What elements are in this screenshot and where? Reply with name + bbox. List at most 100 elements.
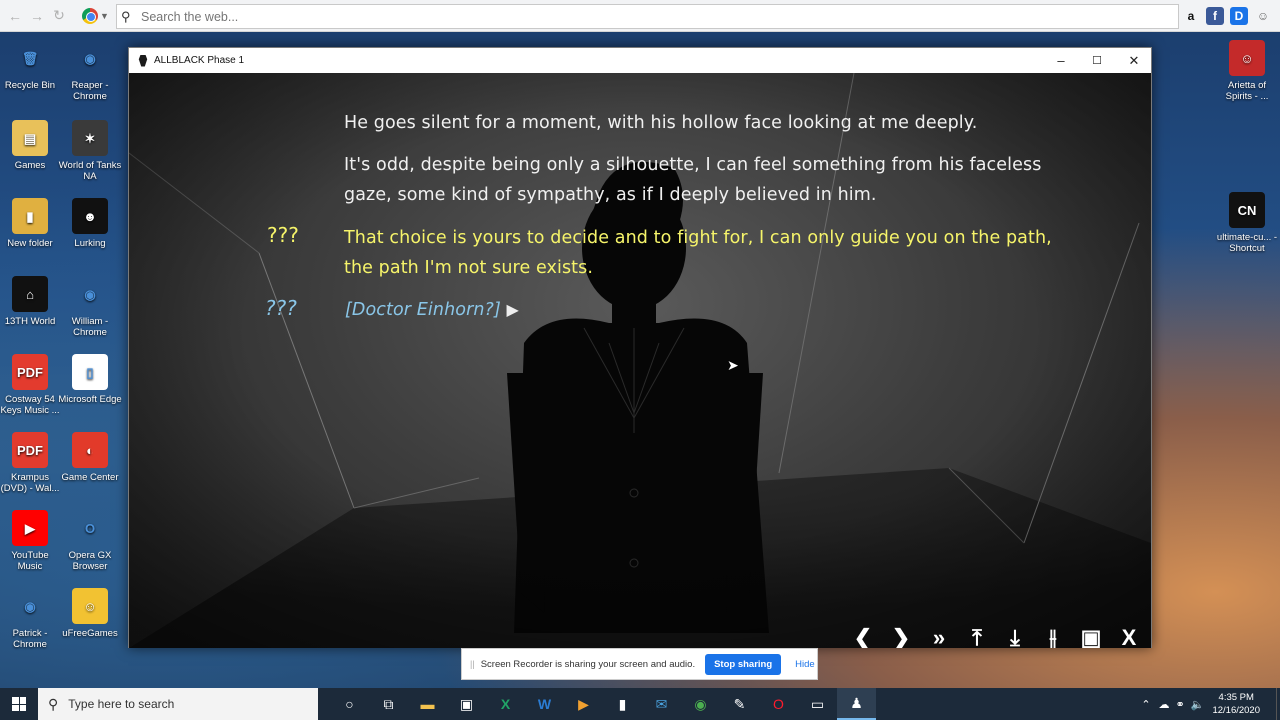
desktop-icon[interactable]: PDF Krampus (DVD) - Wal... bbox=[0, 432, 62, 494]
task-view-icon[interactable]: ⧉ bbox=[369, 688, 408, 720]
show-desktop-button[interactable] bbox=[1276, 688, 1280, 720]
desktop-icon-label: Patrick - Chrome bbox=[12, 628, 48, 650]
dialogue-text: [Doctor Einhorn?] bbox=[345, 300, 501, 320]
app-icon: ▶ bbox=[12, 510, 48, 546]
back-icon[interactable]: ← bbox=[6, 7, 24, 25]
web-search-input[interactable] bbox=[141, 9, 1041, 24]
app-icon: ▯ bbox=[72, 354, 108, 390]
desktop-icon[interactable]: ⌂ 13TH World bbox=[0, 276, 62, 327]
desktop-icon[interactable]: O Opera GX Browser bbox=[58, 510, 122, 573]
desktop-icon-label: Lurking bbox=[74, 238, 106, 249]
desktop-icon[interactable]: CN ultimate-cu... - Shortcut bbox=[1215, 192, 1279, 254]
back-icon[interactable]: ❮ bbox=[851, 626, 875, 649]
desktop-icon-label: Krampus (DVD) - Wal... bbox=[0, 472, 60, 494]
desktop-icon[interactable]: ✶ World of Tanks NA bbox=[58, 120, 122, 182]
desktop-icon[interactable]: PDF Costway 54 Keys Music ... bbox=[0, 354, 62, 416]
share-message: Screen Recorder is sharing your screen a… bbox=[480, 658, 696, 670]
desktop-icon-label: YouTube Music bbox=[11, 550, 49, 572]
desktop-icon-label: Arietta of Spirits - ... bbox=[1225, 80, 1269, 102]
desktop-icon[interactable]: ▯ Microsoft Edge bbox=[58, 354, 122, 405]
windows-icon bbox=[12, 697, 26, 711]
desktop-icon-label: 13TH World bbox=[4, 316, 56, 327]
desktop-icon[interactable]: ☻ Lurking bbox=[58, 198, 122, 249]
desktop-icon-label: Recycle Bin bbox=[4, 80, 56, 91]
taskbar-search[interactable]: ⚲ Type here to search bbox=[38, 688, 318, 720]
app-icon: PDF bbox=[12, 432, 48, 468]
desktop-icon-label: Microsoft Edge bbox=[58, 394, 122, 405]
game-scene[interactable]: He goes silent for a moment, with his ho… bbox=[129, 73, 1151, 648]
opera-icon[interactable]: O bbox=[759, 688, 798, 720]
forward-icon[interactable]: → bbox=[28, 7, 46, 25]
excel-icon[interactable]: X bbox=[486, 688, 525, 720]
allblack-icon[interactable]: ♟ bbox=[837, 688, 876, 720]
store-icon[interactable]: ▣ bbox=[447, 688, 486, 720]
app-icon: ☺ bbox=[72, 588, 108, 624]
system-tray: ⌃ ☁ ⚭ 🔈 4:35 PM 12/16/2020 bbox=[1141, 688, 1280, 720]
chrome-icon[interactable] bbox=[82, 7, 98, 24]
hide-button[interactable]: Hide bbox=[795, 659, 815, 670]
settings-sliders-icon[interactable]: ⫲ bbox=[1041, 626, 1065, 649]
app-icon bbox=[138, 54, 148, 67]
desktop-icon[interactable]: ▶ YouTube Music bbox=[0, 510, 62, 572]
desktop-icon[interactable]: ◉ William - Chrome bbox=[58, 276, 122, 339]
quicksave-icon[interactable]: ▣ bbox=[1079, 626, 1103, 649]
maximize-button[interactable]: ☐ bbox=[1079, 48, 1115, 73]
facebook-icon[interactable]: f bbox=[1206, 7, 1224, 25]
word-icon[interactable]: W bbox=[525, 688, 564, 720]
user-icon[interactable]: ☺ bbox=[1254, 7, 1272, 25]
desktop-icon[interactable]: ▤ Games bbox=[0, 120, 62, 171]
window-titlebar[interactable]: ALLBLACK Phase 1 – ☐ ✕ bbox=[129, 48, 1151, 73]
web-search-bar[interactable]: ⚲ bbox=[116, 4, 1179, 29]
chevron-up-icon[interactable]: ⌃ bbox=[1141, 698, 1150, 711]
save-icon[interactable]: ⤒ bbox=[965, 626, 989, 649]
taskbar-apps: ○ ⧉ ▬ ▣ X W ▶ ▮ ✉ ◉ ✎ O ▭ ♟ bbox=[330, 688, 876, 720]
desktop-icon[interactable]: ◐ Game Center bbox=[58, 432, 122, 483]
cortana-icon[interactable]: ○ bbox=[330, 688, 369, 720]
desktop-icon-label: ultimate-cu... - Shortcut bbox=[1216, 232, 1278, 254]
refresh-icon[interactable]: ↻ bbox=[50, 7, 68, 25]
d-extension-icon[interactable]: D bbox=[1230, 7, 1248, 25]
feather-icon[interactable]: ✎ bbox=[720, 688, 759, 720]
desktop-icon[interactable]: ☺ uFreeGames bbox=[58, 588, 122, 639]
browser-toolbar: ← → ↻ ▼ ⚲ afD ☺ bbox=[0, 0, 1280, 32]
globe-icon[interactable]: ⚭ bbox=[1176, 698, 1185, 711]
app-icon: ⌂ bbox=[12, 276, 48, 312]
start-button[interactable] bbox=[0, 688, 38, 720]
game-quick-menu: ❮ ❯ » ⤒ ⤓ ⫲ ▣ X bbox=[851, 626, 1141, 649]
mail-icon[interactable]: ✉ bbox=[642, 688, 681, 720]
app-icon: ▤ bbox=[12, 120, 48, 156]
desktop-icon[interactable]: ◉ Patrick - Chrome bbox=[0, 588, 62, 651]
skip-icon[interactable]: » bbox=[927, 626, 951, 649]
desktop-icon[interactable]: 🗑 Recycle Bin bbox=[0, 40, 62, 92]
minimize-button[interactable]: – bbox=[1043, 48, 1079, 73]
forward-icon[interactable]: ❯ bbox=[889, 626, 913, 649]
desktop-icon[interactable]: ▮ New folder bbox=[0, 198, 62, 249]
app-icon: ✶ bbox=[72, 120, 108, 156]
desktop-icon[interactable]: ☺ Arietta of Spirits - ... bbox=[1215, 40, 1279, 102]
media-icon[interactable]: ▶ bbox=[564, 688, 603, 720]
app-icon: 🗑 bbox=[21, 50, 39, 66]
desktop-icon-label: Games bbox=[14, 160, 46, 171]
volume-icon[interactable]: 🔈 bbox=[1191, 698, 1205, 711]
app-icon: ▮ bbox=[12, 198, 48, 234]
mic-icon[interactable]: ▮ bbox=[603, 688, 642, 720]
app-icon: ◉ bbox=[84, 286, 96, 302]
load-icon[interactable]: ⤓ bbox=[1003, 626, 1027, 649]
clock[interactable]: 4:35 PM 12/16/2020 bbox=[1212, 691, 1260, 717]
exit-icon[interactable]: X bbox=[1117, 626, 1141, 649]
extension-icons: a f D ☺ bbox=[1182, 7, 1272, 25]
network-icon[interactable]: ☁ bbox=[1159, 698, 1170, 711]
continue-arrow-icon[interactable]: ▶ bbox=[507, 300, 519, 319]
chrome-icon[interactable]: ◉ bbox=[681, 688, 720, 720]
screen-recorder-icon[interactable]: ▭ bbox=[798, 688, 837, 720]
amazon-icon[interactable]: a bbox=[1182, 7, 1200, 25]
chevron-down-icon[interactable]: ▼ bbox=[100, 11, 109, 21]
drag-handle-icon[interactable]: || bbox=[470, 659, 475, 669]
desktop-icon[interactable]: ◉ Reaper - Chrome bbox=[58, 40, 122, 103]
taskbar-search-placeholder: Type here to search bbox=[68, 697, 175, 711]
app-icon: ◉ bbox=[24, 598, 36, 614]
close-button[interactable]: ✕ bbox=[1116, 48, 1152, 73]
stop-sharing-button[interactable]: Stop sharing bbox=[705, 653, 782, 675]
file-explorer-icon[interactable]: ▬ bbox=[408, 688, 447, 720]
dialogue-line-current[interactable]: [Doctor Einhorn?] ▶ bbox=[345, 295, 845, 325]
